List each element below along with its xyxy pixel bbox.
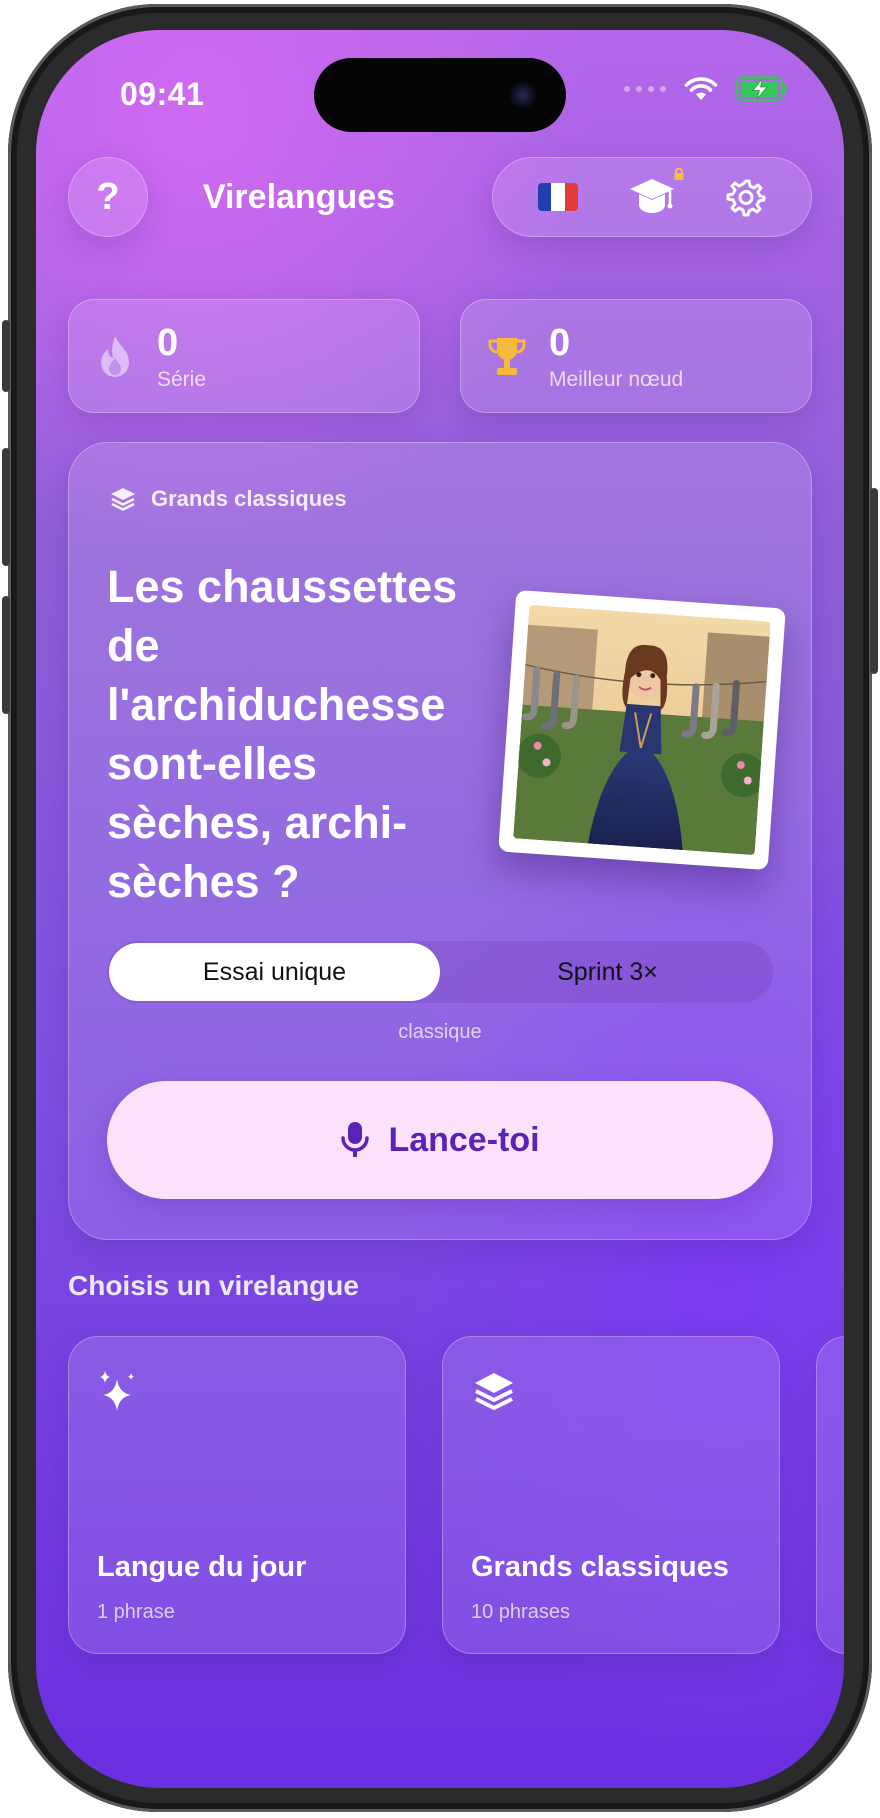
- battery-charging-icon: [736, 76, 787, 102]
- app-title: Virelangues: [202, 178, 396, 216]
- learning-mode-button[interactable]: [628, 167, 684, 219]
- start-button[interactable]: Lance-toi: [107, 1081, 773, 1199]
- volume-up-button: [2, 448, 10, 566]
- wifi-icon: [684, 77, 718, 100]
- mode-caption: classique: [398, 1021, 482, 1043]
- mode-option-sprint[interactable]: Sprint 3×: [442, 941, 773, 1003]
- gear-icon[interactable]: [726, 177, 766, 217]
- microphone-icon: [341, 1122, 370, 1157]
- pack-title: Langue du jour: [97, 1551, 307, 1583]
- pack-title: Grands classiques: [471, 1551, 729, 1583]
- layers-icon: [111, 488, 135, 511]
- streak-label: Série: [157, 368, 207, 391]
- pack-card-daily[interactable]: Langue du jour 1 phrase: [68, 1336, 406, 1654]
- category-label: Grands classiques: [151, 486, 347, 511]
- pack-card-next-partial[interactable]: [816, 1336, 844, 1654]
- tongue-twister-text: Les chaussettes de l'archiduchesse sont-…: [107, 561, 458, 907]
- lock-icon: [674, 167, 684, 180]
- pack-count: 1 phrase: [97, 1601, 175, 1623]
- power-button: [870, 488, 878, 674]
- status-icons: [624, 76, 788, 102]
- sparkles-icon: [100, 1371, 134, 1411]
- flame-icon: [101, 336, 129, 377]
- illustration-photo: [498, 589, 786, 871]
- french-flag-icon[interactable]: [538, 183, 578, 211]
- best-score-label: Meilleur nœud: [549, 368, 684, 391]
- pack-count: 10 phrases: [471, 1601, 570, 1623]
- volume-down-button: [2, 596, 10, 714]
- help-button[interactable]: ?: [68, 157, 148, 237]
- mode-selector: Essai unique Sprint 3×: [107, 941, 773, 1003]
- trophy-icon: [488, 338, 526, 375]
- question-icon: ?: [96, 175, 120, 218]
- category-row: Grands classiques: [109, 485, 347, 513]
- camera-icon: [510, 82, 536, 108]
- featured-tongue-twister-card: Grands classiques Les chaussettes de l'a…: [68, 442, 812, 1240]
- section-title: Choisis un virelangue: [68, 1270, 359, 1301]
- status-time: 09:41: [120, 76, 205, 112]
- streak-value: 0: [157, 322, 179, 364]
- graduation-cap-icon: [630, 179, 674, 213]
- start-button-label: Lance-toi: [388, 1120, 540, 1159]
- best-score-card: 0 Meilleur nœud: [460, 299, 812, 413]
- dynamic-island: [314, 58, 566, 132]
- layers-icon: [475, 1373, 513, 1410]
- mode-option-single-try[interactable]: Essai unique: [109, 943, 440, 1001]
- streak-card: 0 Série: [68, 299, 420, 413]
- best-score-value: 0: [549, 322, 571, 364]
- pack-card-classics[interactable]: Grands classiques 10 phrases: [442, 1336, 780, 1654]
- header-actions: [492, 157, 812, 237]
- cellular-signal-icon: [624, 86, 666, 92]
- action-button: [2, 320, 10, 392]
- app-screen: 09:41 ? Virelangues 0 Série 0 Meilleur n…: [36, 30, 844, 1788]
